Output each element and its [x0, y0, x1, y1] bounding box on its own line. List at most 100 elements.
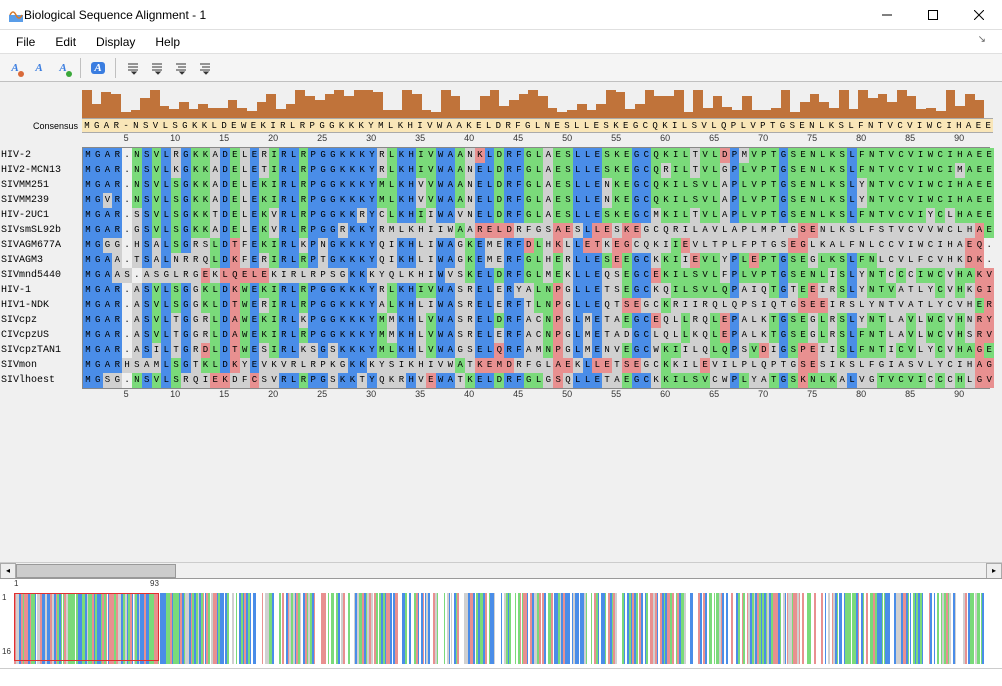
residue-cell[interactable]: R [279, 223, 289, 238]
residue-cell[interactable]: R [112, 208, 122, 223]
residue-cell[interactable]: E [622, 268, 632, 283]
sequence-label[interactable]: HIV2-MCN13 [1, 163, 79, 178]
residue-cell[interactable]: R [112, 178, 122, 193]
residue-cell[interactable]: L [534, 373, 544, 388]
residue-cell[interactable]: W [240, 298, 250, 313]
residue-cell[interactable]: G [328, 298, 338, 313]
residue-cell[interactable]: L [847, 328, 857, 343]
residue-cell[interactable]: F [916, 253, 926, 268]
sequence-label[interactable]: SIVmnd5440 [1, 268, 79, 283]
residue-cell[interactable]: S [837, 328, 847, 343]
residue-cell[interactable]: W [436, 283, 446, 298]
sequence-label[interactable]: HIV-2UC1 [1, 208, 79, 223]
residue-cell[interactable]: P [553, 343, 563, 358]
residue-cell[interactable]: K [357, 343, 367, 358]
residue-cell[interactable]: V [436, 358, 446, 373]
residue-cell[interactable]: D [720, 148, 730, 163]
residue-cell[interactable]: N [808, 148, 818, 163]
residue-cell[interactable]: A [965, 208, 975, 223]
residue-cell[interactable]: L [161, 283, 171, 298]
residue-cell[interactable]: L [161, 163, 171, 178]
residue-cell[interactable]: G [808, 328, 818, 343]
residue-cell[interactable]: K [299, 343, 309, 358]
residue-cell[interactable]: P [308, 193, 318, 208]
residue-cell[interactable]: M [83, 268, 93, 283]
residue-cell[interactable]: D [220, 313, 230, 328]
residue-cell[interactable]: I [426, 298, 436, 313]
residue-cell[interactable]: K [828, 178, 838, 193]
residue-cell[interactable]: M [387, 223, 397, 238]
residue-cell[interactable]: M [83, 313, 93, 328]
residue-cell[interactable]: M [583, 328, 593, 343]
residue-cell[interactable]: G [318, 343, 328, 358]
residue-cell[interactable]: E [240, 268, 250, 283]
residue-cell[interactable]: N [867, 283, 877, 298]
residue-cell[interactable]: S [171, 223, 181, 238]
residue-cell[interactable]: M [152, 358, 162, 373]
residue-cell[interactable]: G [181, 238, 191, 253]
residue-cell[interactable]: C [945, 373, 955, 388]
residue-cell[interactable]: A [152, 253, 162, 268]
residue-cell[interactable]: I [269, 253, 279, 268]
residue-cell[interactable]: H [406, 178, 416, 193]
residue-cell[interactable]: A [543, 163, 553, 178]
residue-cell[interactable]: T [779, 223, 789, 238]
residue-cell[interactable]: L [857, 223, 867, 238]
residue-cell[interactable]: D [220, 208, 230, 223]
residue-cell[interactable]: R [299, 148, 309, 163]
residue-cell[interactable]: S [455, 283, 465, 298]
residue-cell[interactable]: P [739, 298, 749, 313]
residue-cell[interactable]: S [837, 268, 847, 283]
residue-cell[interactable]: M [83, 208, 93, 223]
residue-cell[interactable]: G [112, 373, 122, 388]
residue-cell[interactable]: A [965, 343, 975, 358]
residue-cell[interactable]: E [700, 358, 710, 373]
sequence-label[interactable]: SIVMM251 [1, 178, 79, 193]
residue-cell[interactable]: A [612, 313, 622, 328]
residue-cell[interactable]: R [171, 148, 181, 163]
residue-cell[interactable]: S [788, 313, 798, 328]
residue-cell[interactable]: R [191, 253, 201, 268]
residue-cell[interactable]: Y [367, 193, 377, 208]
residue-cell[interactable]: A [543, 178, 553, 193]
menu-display[interactable]: Display [86, 35, 145, 49]
residue-cell[interactable]: C [896, 163, 906, 178]
residue-cell[interactable]: R [181, 253, 191, 268]
residue-cell[interactable]: H [406, 238, 416, 253]
residue-cell[interactable]: Q [201, 253, 211, 268]
residue-cell[interactable]: V [857, 373, 867, 388]
residue-cell[interactable]: M [83, 373, 93, 388]
residue-cell[interactable]: M [485, 253, 495, 268]
residue-cell[interactable]: N [808, 373, 818, 388]
residue-cell[interactable]: L [250, 268, 260, 283]
residue-cell[interactable]: I [671, 343, 681, 358]
residue-cell[interactable]: N [877, 298, 887, 313]
residue-cell[interactable]: R [828, 328, 838, 343]
residue-cell[interactable]: T [259, 163, 269, 178]
residue-cell[interactable]: S [142, 193, 152, 208]
residue-cell[interactable]: F [857, 253, 867, 268]
menu-help[interactable]: Help [145, 35, 190, 49]
residue-cell[interactable]: R [181, 373, 191, 388]
residue-cell[interactable]: G [181, 193, 191, 208]
residue-cell[interactable]: I [749, 283, 759, 298]
residue-cell[interactable]: E [632, 298, 642, 313]
residue-cell[interactable]: E [210, 373, 220, 388]
residue-cell[interactable]: E [494, 283, 504, 298]
residue-cell[interactable]: R [112, 343, 122, 358]
sequence-row[interactable]: MGAR.GSVLSGKKADELEKVRLRPGGRKKYRMLKHIIWAA… [83, 223, 989, 238]
residue-cell[interactable]: I [906, 238, 916, 253]
residue-cell[interactable]: G [318, 208, 328, 223]
residue-cell[interactable]: L [818, 328, 828, 343]
residue-cell[interactable]: E [230, 193, 240, 208]
residue-cell[interactable]: L [485, 343, 495, 358]
residue-cell[interactable]: S [142, 313, 152, 328]
residue-cell[interactable]: G [318, 328, 328, 343]
residue-cell[interactable]: L [171, 268, 181, 283]
residue-cell[interactable]: Y [367, 148, 377, 163]
residue-cell[interactable]: S [818, 358, 828, 373]
residue-cell[interactable]: I [916, 178, 926, 193]
residue-cell[interactable]: M [494, 358, 504, 373]
residue-cell[interactable]: R [299, 178, 309, 193]
residue-cell[interactable]: Y [367, 373, 377, 388]
